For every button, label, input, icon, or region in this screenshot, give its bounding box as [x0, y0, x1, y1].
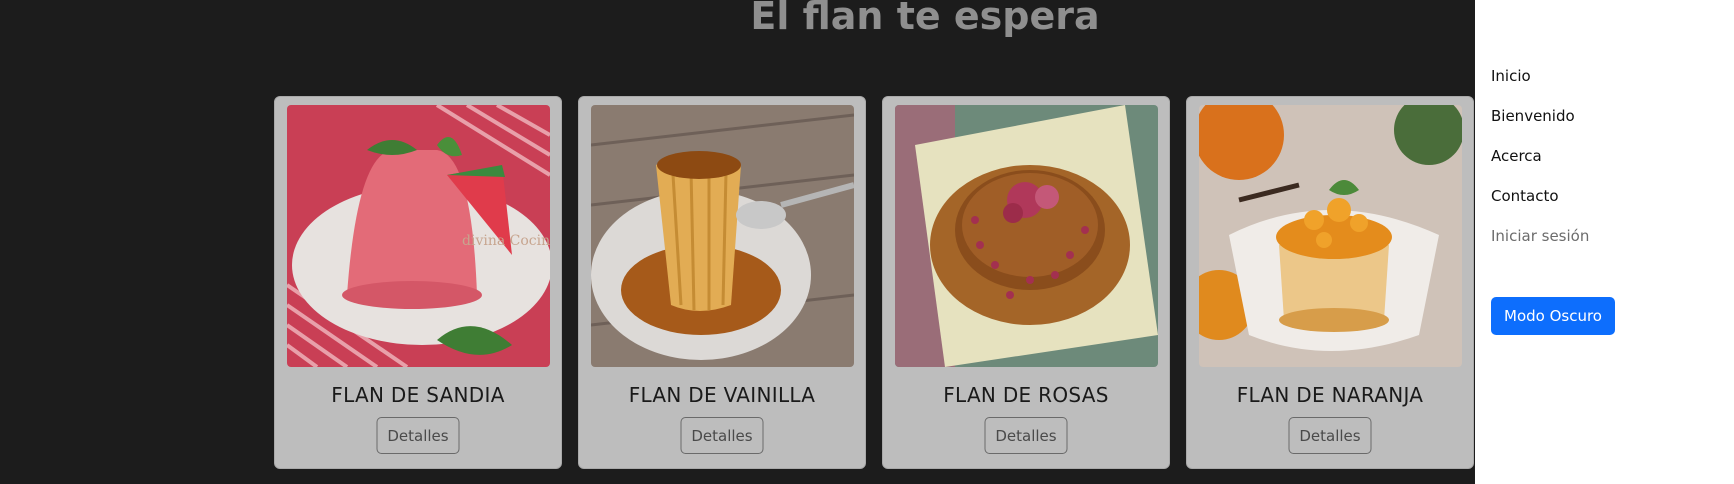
nav-item-acerca: Acerca — [1491, 136, 1589, 176]
nav-item-contacto: Contacto — [1491, 176, 1589, 216]
offcanvas-menu: Inicio Bienvenido Acerca Contacto Inicia… — [1475, 0, 1734, 484]
dark-mode-button[interactable]: Modo Oscuro — [1491, 297, 1615, 335]
nav-link-acerca[interactable]: Acerca — [1491, 147, 1542, 165]
nav-item-inicio: Inicio — [1491, 56, 1589, 96]
nav-item-iniciar-sesion: Iniciar sesión — [1491, 216, 1589, 256]
main-page: El flan te espera divina Cocina FLAN DE … — [0, 0, 1734, 484]
offcanvas-backdrop[interactable] — [0, 0, 1734, 484]
nav-item-bienvenido: Bienvenido — [1491, 96, 1589, 136]
nav-link-iniciar-sesion[interactable]: Iniciar sesión — [1491, 227, 1589, 245]
nav-link-bienvenido[interactable]: Bienvenido — [1491, 107, 1575, 125]
offcanvas-nav: Inicio Bienvenido Acerca Contacto Inicia… — [1491, 56, 1589, 256]
nav-link-inicio[interactable]: Inicio — [1491, 67, 1531, 85]
nav-link-contacto[interactable]: Contacto — [1491, 187, 1559, 205]
